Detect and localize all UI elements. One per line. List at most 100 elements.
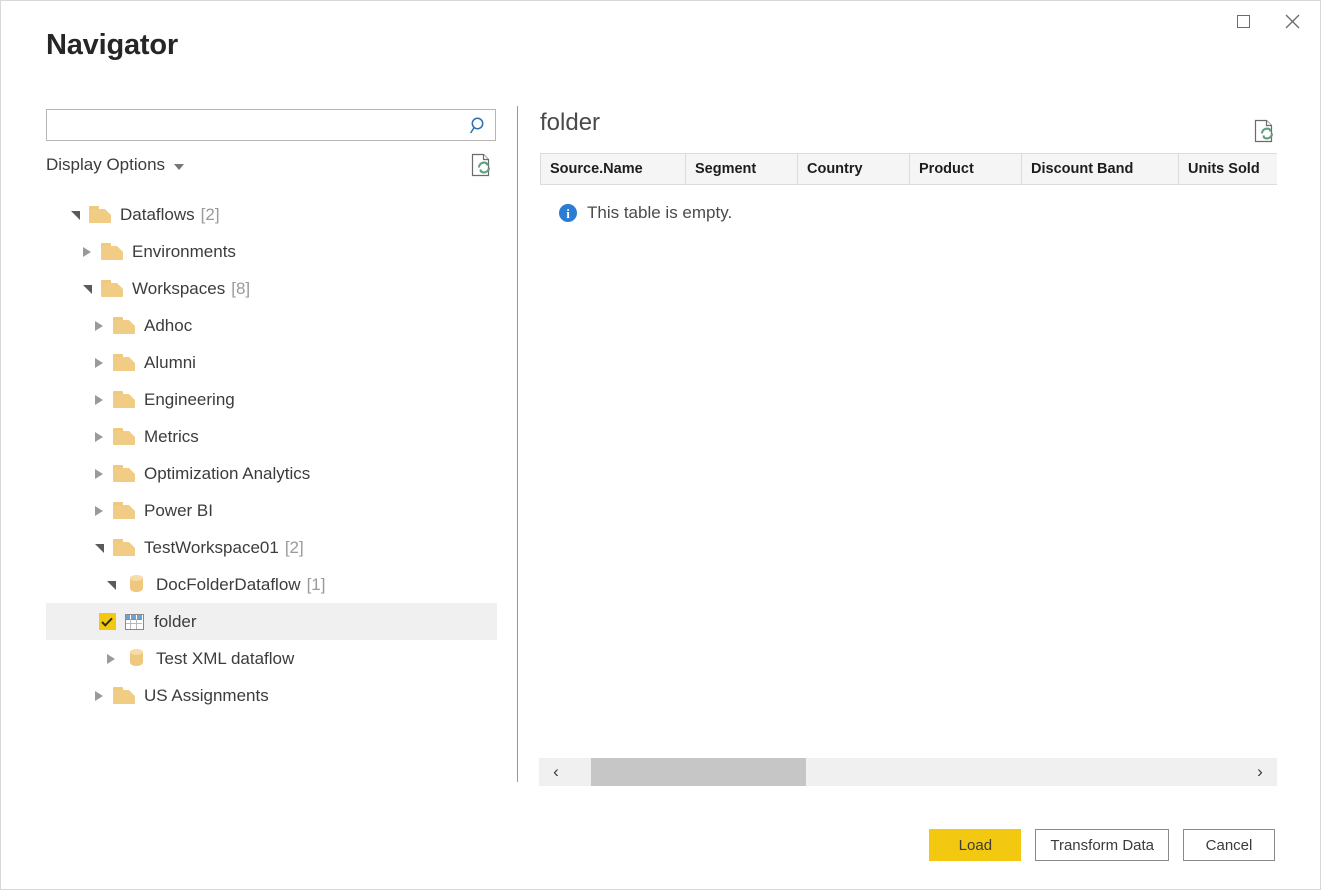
expand-toggle[interactable] bbox=[64, 196, 86, 233]
expand-toggle[interactable] bbox=[88, 381, 110, 418]
info-icon: i bbox=[559, 204, 577, 222]
expand-toggle[interactable] bbox=[88, 344, 110, 381]
transform-data-button[interactable]: Transform Data bbox=[1035, 829, 1169, 861]
tree-item-label: Engineering bbox=[144, 389, 235, 409]
title-bar bbox=[1, 1, 1320, 39]
navigator-tree: Dataflows [2] Environments Workspaces [8… bbox=[46, 196, 501, 714]
preview-title: folder bbox=[540, 109, 601, 136]
checkmark-icon bbox=[101, 617, 113, 627]
expand-toggle[interactable] bbox=[76, 233, 98, 270]
scrollbar-thumb[interactable] bbox=[591, 758, 806, 786]
column-header-units-sold[interactable]: Units Sold bbox=[1178, 153, 1277, 185]
refresh-page-icon bbox=[1254, 119, 1274, 143]
tree-item-testworkspace01[interactable]: TestWorkspace01 [2] bbox=[46, 529, 501, 566]
dataflow-icon bbox=[122, 575, 150, 594]
expand-toggle[interactable] bbox=[100, 640, 122, 677]
tree-item-workspaces[interactable]: Workspaces [8] bbox=[46, 270, 501, 307]
tree-item-docfolderdataflow[interactable]: DocFolderDataflow [1] bbox=[46, 566, 501, 603]
scroll-left-button[interactable]: ‹ bbox=[539, 758, 573, 786]
empty-table-message: i This table is empty. bbox=[559, 203, 1277, 223]
expand-toggle[interactable] bbox=[88, 492, 110, 529]
preview-table-header-row: Source.Name Segment Country Product Disc… bbox=[540, 153, 1277, 185]
tree-item-label: Dataflows bbox=[120, 204, 195, 224]
triangle-collapsed-icon bbox=[95, 320, 103, 331]
tree-item-engineering[interactable]: Engineering bbox=[46, 381, 501, 418]
dialog-footer: Load Transform Data Cancel bbox=[929, 829, 1275, 861]
tree-item-folder[interactable]: folder bbox=[46, 603, 497, 640]
folder-checkbox[interactable] bbox=[94, 613, 120, 630]
triangle-expanded-icon bbox=[70, 211, 80, 220]
tree-item-us-assignments[interactable]: US Assignments bbox=[46, 677, 501, 714]
preview-horizontal-scrollbar[interactable]: ‹ › bbox=[539, 758, 1277, 786]
tree-item-label: Power BI bbox=[144, 500, 213, 520]
refresh-page-icon bbox=[471, 153, 491, 177]
expand-toggle[interactable] bbox=[100, 566, 122, 603]
tree-item-label: Workspaces bbox=[132, 278, 226, 298]
tree-item-adhoc[interactable]: Adhoc bbox=[46, 307, 501, 344]
search-input[interactable] bbox=[53, 110, 461, 140]
folder-icon bbox=[110, 428, 138, 445]
preview-header: folder bbox=[540, 111, 1277, 153]
search-button[interactable] bbox=[461, 110, 495, 140]
left-pane: Display Options bbox=[46, 109, 498, 181]
page-title: Navigator bbox=[46, 29, 178, 61]
load-button[interactable]: Load bbox=[929, 829, 1022, 861]
tree-item-label: DocFolderDataflow bbox=[156, 574, 301, 594]
triangle-collapsed-icon bbox=[95, 431, 103, 442]
folder-icon bbox=[110, 687, 138, 704]
triangle-collapsed-icon bbox=[95, 468, 103, 479]
column-header-segment[interactable]: Segment bbox=[685, 153, 798, 185]
display-options-dropdown[interactable]: Display Options bbox=[46, 155, 185, 175]
empty-table-text: This table is empty. bbox=[587, 203, 733, 222]
dataflow-icon bbox=[122, 649, 150, 668]
triangle-collapsed-icon bbox=[107, 653, 115, 664]
tree-item-label: Adhoc bbox=[144, 315, 193, 335]
triangle-collapsed-icon bbox=[95, 394, 103, 405]
triangle-collapsed-icon bbox=[95, 505, 103, 516]
expand-toggle[interactable] bbox=[76, 270, 98, 307]
tree-item-dataflows[interactable]: Dataflows [2] bbox=[46, 196, 501, 233]
tree-item-power-bi[interactable]: Power BI bbox=[46, 492, 501, 529]
triangle-expanded-icon bbox=[106, 581, 116, 590]
tree-item-test-xml-dataflow[interactable]: Test XML dataflow bbox=[46, 640, 501, 677]
tree-item-count: [2] bbox=[200, 204, 220, 224]
refresh-preview-button[interactable] bbox=[1253, 119, 1275, 148]
tree-item-label: Metrics bbox=[144, 426, 199, 446]
expand-toggle[interactable] bbox=[88, 677, 110, 714]
preview-pane: folder Source.Name Segment Country Produ… bbox=[540, 111, 1277, 223]
tree-item-optimization-analytics[interactable]: Optimization Analytics bbox=[46, 455, 501, 492]
search-box[interactable] bbox=[46, 109, 496, 141]
cancel-button[interactable]: Cancel bbox=[1183, 829, 1275, 861]
folder-icon bbox=[110, 391, 138, 408]
display-options-row: Display Options bbox=[46, 153, 496, 182]
expand-toggle[interactable] bbox=[88, 455, 110, 492]
search-icon bbox=[469, 117, 483, 133]
navigator-dialog: Navigator Display Options Dataflows [2] … bbox=[0, 0, 1321, 890]
folder-icon bbox=[110, 354, 138, 371]
preview-table: Source.Name Segment Country Product Disc… bbox=[540, 153, 1277, 185]
triangle-expanded-icon bbox=[82, 285, 92, 294]
refresh-preview-button-left[interactable] bbox=[470, 153, 492, 182]
preview-table-wrapper: Source.Name Segment Country Product Disc… bbox=[540, 153, 1277, 185]
scrollbar-track[interactable] bbox=[573, 758, 1243, 786]
expand-toggle[interactable] bbox=[88, 529, 110, 566]
tree-item-label: Optimization Analytics bbox=[144, 463, 311, 483]
maximize-icon bbox=[1236, 14, 1250, 28]
folder-icon bbox=[110, 317, 138, 334]
tree-item-label: Environments bbox=[132, 241, 236, 261]
maximize-button[interactable] bbox=[1222, 7, 1264, 35]
tree-item-label: TestWorkspace01 bbox=[144, 537, 279, 557]
tree-item-alumni[interactable]: Alumni bbox=[46, 344, 501, 381]
column-header-product[interactable]: Product bbox=[909, 153, 1022, 185]
pane-divider bbox=[517, 106, 518, 782]
close-button[interactable] bbox=[1271, 7, 1313, 35]
column-header-source-name[interactable]: Source.Name bbox=[540, 153, 686, 185]
scroll-right-button[interactable]: › bbox=[1243, 758, 1277, 786]
expand-toggle[interactable] bbox=[88, 418, 110, 455]
tree-item-environments[interactable]: Environments bbox=[46, 233, 501, 270]
column-header-discount-band[interactable]: Discount Band bbox=[1021, 153, 1179, 185]
expand-toggle[interactable] bbox=[88, 307, 110, 344]
tree-item-metrics[interactable]: Metrics bbox=[46, 418, 501, 455]
chevron-down-icon bbox=[174, 163, 185, 170]
column-header-country[interactable]: Country bbox=[797, 153, 910, 185]
